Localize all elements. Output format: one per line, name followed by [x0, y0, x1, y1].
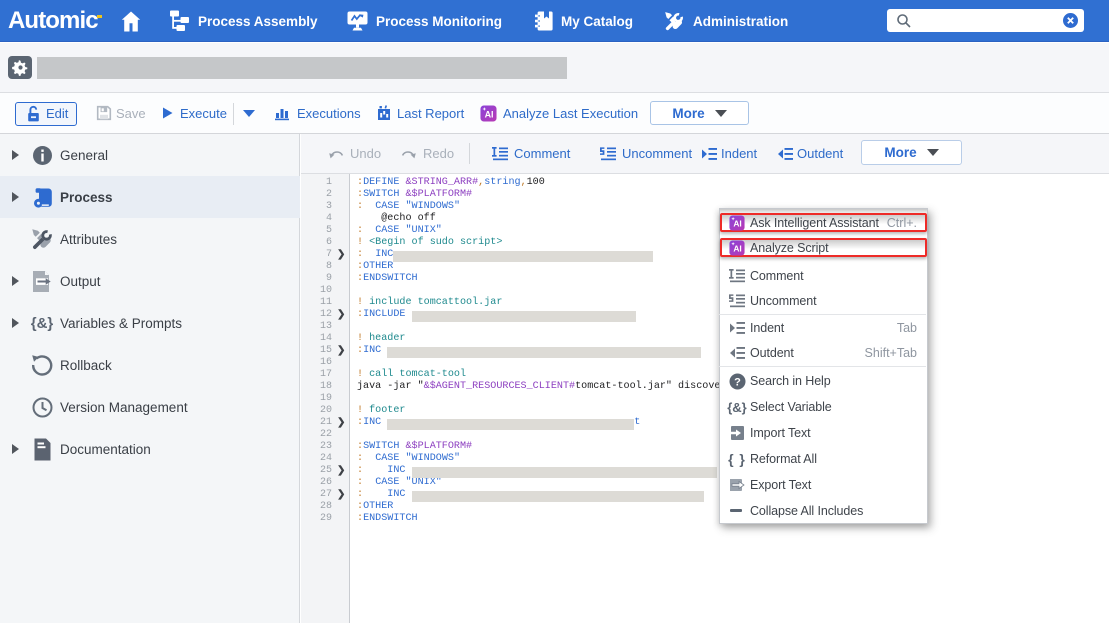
- svg-text:AI: AI: [733, 243, 741, 253]
- svg-text:?: ?: [734, 376, 741, 388]
- svg-text:AI: AI: [733, 218, 741, 228]
- svg-text:AI: AI: [485, 109, 494, 119]
